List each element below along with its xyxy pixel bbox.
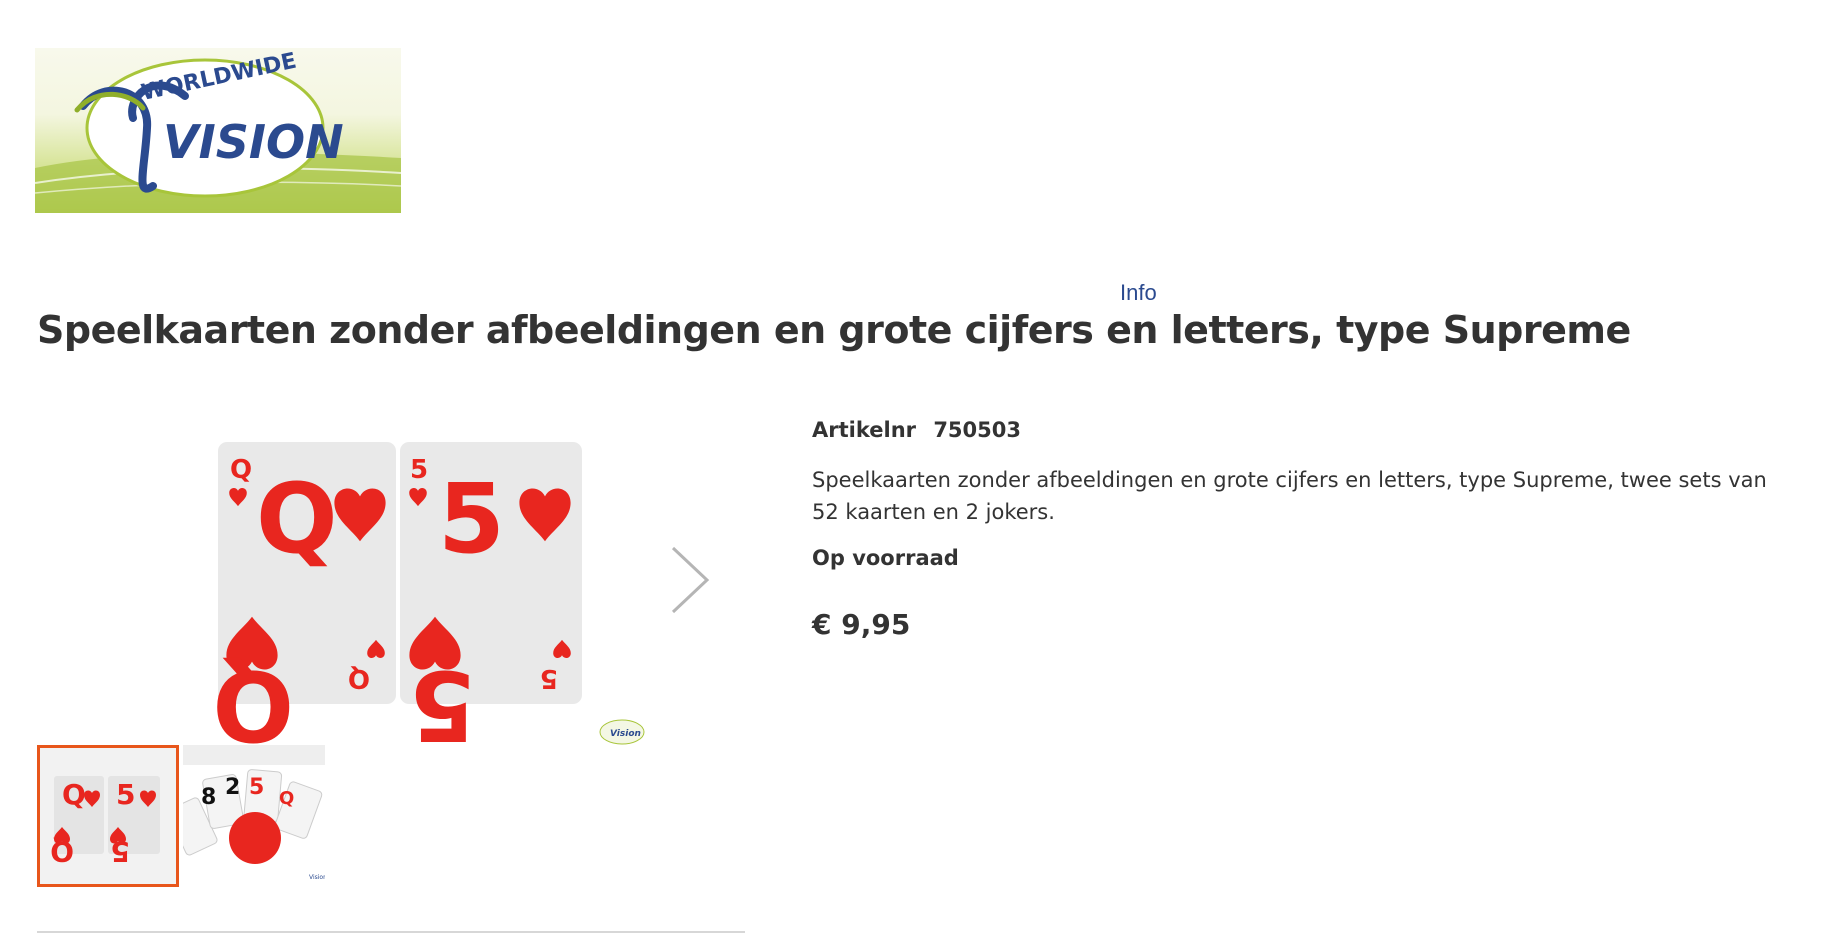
card-five-hearts: 5 5 5 5 xyxy=(400,442,582,761)
logo-text-main: VISION xyxy=(163,115,344,169)
article-value: 750503 xyxy=(933,418,1021,442)
svg-text:Vision: Vision xyxy=(309,874,325,881)
svg-text:Q: Q xyxy=(212,649,294,745)
svg-text:Vision: Vision xyxy=(610,729,641,739)
product-main-image[interactable]: Q Q Q Q 5 5 5 5 Vision xyxy=(210,420,650,761)
stock-status: Op voorraad xyxy=(812,546,959,570)
chevron-right-icon xyxy=(671,546,710,614)
next-image-button[interactable] xyxy=(665,540,715,620)
info-link[interactable]: Info xyxy=(1120,282,1157,302)
article-number: Artikelnr 750503 xyxy=(812,418,1792,442)
svg-text:5: 5 xyxy=(249,775,264,800)
product-price: € 9,95 xyxy=(812,608,911,641)
svg-text:2: 2 xyxy=(225,775,240,800)
svg-text:5: 5 xyxy=(410,455,428,485)
page-title: Speelkaarten zonder afbeeldingen en grot… xyxy=(37,308,1631,352)
watermark-logo: Vision xyxy=(599,719,645,745)
product-description: Speelkaarten zonder afbeeldingen en grot… xyxy=(812,468,1767,524)
article-label: Artikelnr xyxy=(812,418,916,442)
card-queen-hearts: Q Q Q Q xyxy=(212,442,396,761)
product-info: Artikelnr 750503 Speelkaarten zonder afb… xyxy=(812,418,1792,641)
thumbnail-cards-fan[interactable]: 8 2 5 Q Vision xyxy=(183,745,325,887)
svg-text:8: 8 xyxy=(201,785,216,810)
svg-text:Q: Q xyxy=(348,663,370,693)
svg-text:5: 5 xyxy=(409,649,476,745)
svg-text:Q: Q xyxy=(50,835,74,868)
logo[interactable]: WORLDWIDE VISION xyxy=(35,48,401,213)
svg-text:5: 5 xyxy=(540,663,558,693)
svg-text:Q: Q xyxy=(230,455,252,485)
svg-text:Q: Q xyxy=(256,463,338,575)
svg-text:Q: Q xyxy=(279,788,294,809)
svg-text:5: 5 xyxy=(438,463,505,575)
svg-text:Q: Q xyxy=(62,778,86,811)
thumbnail-cards-q-5[interactable]: Q 5 Q 5 xyxy=(37,745,179,887)
svg-text:5: 5 xyxy=(116,778,135,811)
svg-text:5: 5 xyxy=(111,835,130,868)
